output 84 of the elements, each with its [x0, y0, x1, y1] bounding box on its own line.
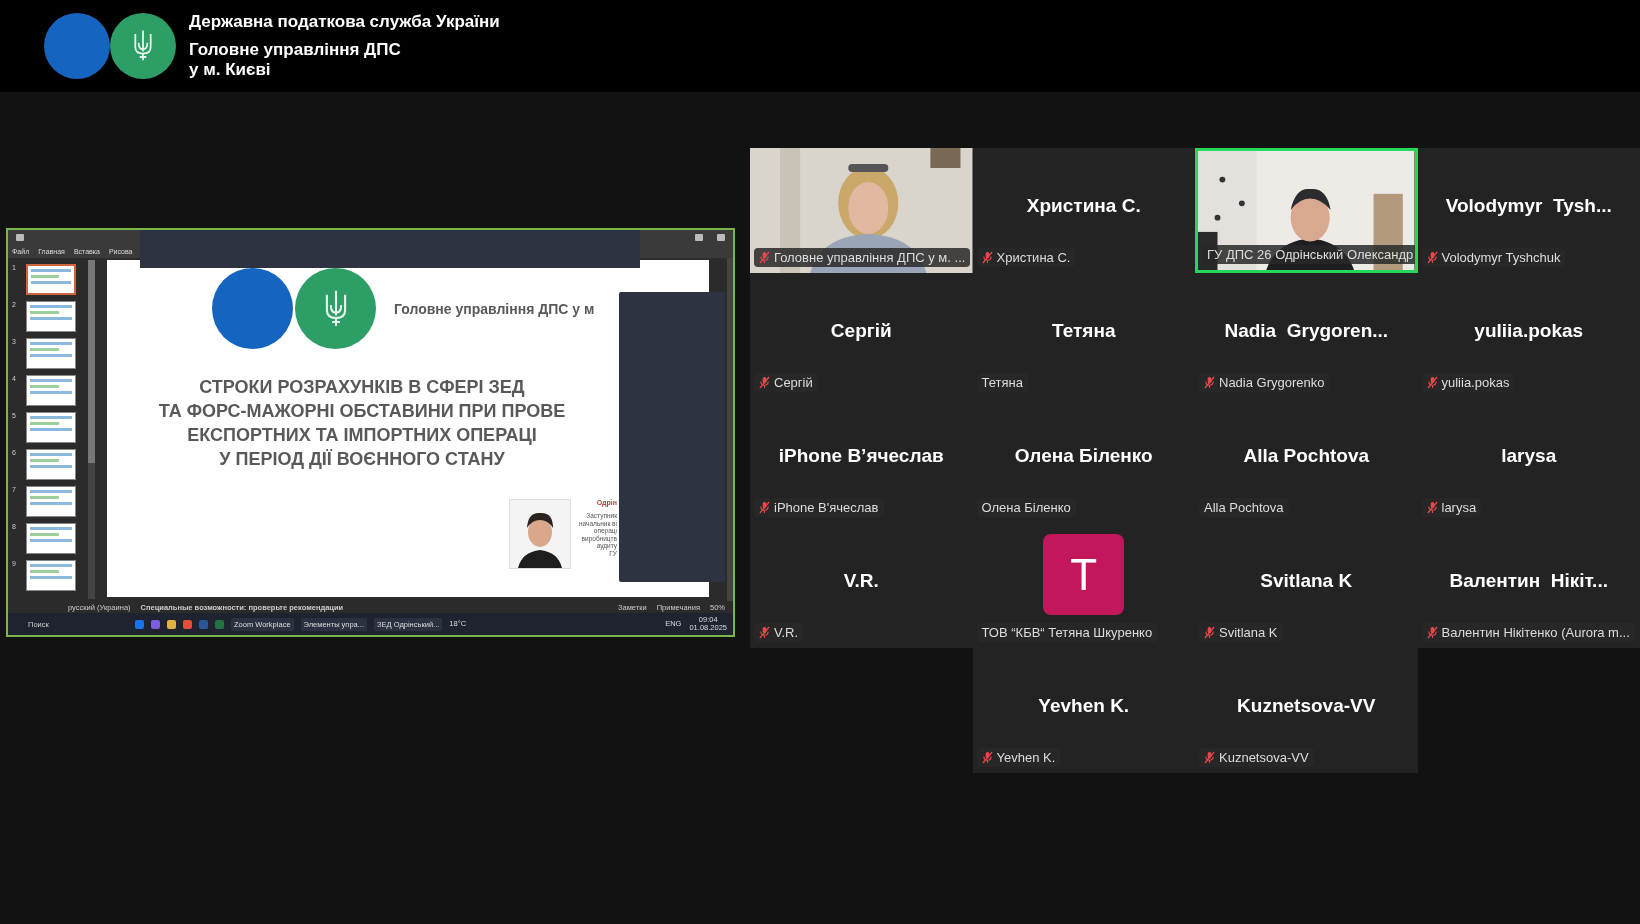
participant-tile[interactable]: iPhone В’ячеслав iPhone В'ячеслав — [750, 398, 973, 523]
participant-tile[interactable]: Олена Біленко Олена Біленко — [972, 398, 1195, 523]
muted-microphone-icon — [759, 251, 770, 264]
participant-label: V.R. — [754, 623, 804, 642]
participant-label: Христина С. — [976, 248, 1076, 267]
slide-title: СТРОКИ РОЗРАХУНКІВ В СФЕРІ ЗЕД — [199, 376, 525, 399]
participant-name: Сергій — [830, 319, 892, 342]
participant-label: Alla Pochtova — [1199, 498, 1289, 517]
participant-name: larysa — [1501, 444, 1557, 467]
slide-thumbnail[interactable] — [26, 301, 76, 332]
participant-label: larysa — [1421, 498, 1482, 517]
participant-tile[interactable]: Volodymyr Tysh... Volodymyr Tyshchuk — [1417, 148, 1640, 273]
participant-label: Volodymyr Tyshchuk — [1421, 248, 1566, 267]
organization-subtitle: у м. Києві — [189, 60, 272, 80]
participant-name: Nadia Grygoren... — [1224, 319, 1389, 342]
participant-tile[interactable]: T ТОВ “КБВ“ Тетяна Шкуренко — [972, 523, 1195, 648]
participant-name: Alla Pochtova — [1243, 444, 1370, 467]
participant-tile[interactable]: Головне управління ДПС у м. ... — [750, 148, 973, 273]
participant-label: Тетяна — [976, 373, 1028, 392]
slide-thumbnail[interactable] — [26, 523, 76, 554]
participant-tile[interactable]: Тетяна Тетяна — [972, 273, 1195, 398]
participant-tile[interactable]: Alla Pochtova Alla Pochtova — [1195, 398, 1418, 523]
participant-name: iPhone В’ячеслав — [778, 444, 944, 467]
participant-label: Svitlana K — [1199, 623, 1283, 642]
participant-label: Kuznetsova-VV — [1199, 748, 1314, 767]
participant-label: Головне управління ДПС у м. ... — [754, 248, 971, 267]
muted-microphone-icon — [1204, 751, 1215, 764]
organization-title: Державна податкова служба України — [189, 12, 500, 32]
participant-tile[interactable]: Svitlana K Svitlana K — [1195, 523, 1418, 648]
participant-tile[interactable]: Христина С. Христина С. — [972, 148, 1195, 273]
participant-tile[interactable]: Сергій Сергій — [750, 273, 973, 398]
participant-tile[interactable]: Kuznetsova-VV Kuznetsova-VV — [1195, 648, 1418, 773]
participant-name: Тетяна — [1052, 319, 1116, 342]
slide-organization: Головне управління ДПС у м — [394, 300, 595, 317]
participant-name: Volodymyr Tysh... — [1445, 194, 1612, 217]
participant-label: Nadia Grygorenko — [1199, 373, 1330, 392]
muted-microphone-icon — [1426, 376, 1438, 389]
muted-microphone-icon — [759, 626, 770, 639]
slide-title: ТА ФОРС-МАЖОРНІ ОБСТАВИНИ ПРИ ПРОВЕ — [158, 400, 566, 423]
participant-tile[interactable]: yuliia.pokas yuliia.pokas — [1417, 273, 1640, 398]
participant-label: ТОВ “КБВ“ Тетяна Шкуренко — [976, 623, 1158, 642]
slide-thumbnail[interactable] — [26, 338, 76, 369]
participant-tile[interactable]: Валентин Нікіт... Валентин Нікітенко (Aurora m... — [1417, 523, 1640, 648]
muted-microphone-icon — [1426, 626, 1438, 639]
participant-tile[interactable]: Yevhen K. Yevhen K. — [972, 648, 1195, 773]
muted-microphone-icon — [1204, 376, 1215, 389]
participant-tile[interactable]: V.R. V.R. — [750, 523, 973, 648]
participant-label: Валентин Нікітенко (Aurora m... — [1421, 623, 1635, 642]
muted-microphone-icon — [1426, 251, 1438, 264]
participant-label: Yevhen K. — [976, 748, 1061, 767]
muted-microphone-icon — [759, 501, 770, 514]
slide-thumbnail[interactable] — [26, 486, 76, 517]
muted-microphone-icon — [981, 751, 993, 764]
slide-thumbnail[interactable] — [26, 264, 76, 295]
participant-name: yuliia.pokas — [1474, 319, 1584, 342]
slide-thumbnail[interactable] — [26, 375, 76, 406]
participant-name: Валентин Нікіт... — [1449, 569, 1608, 592]
participant-name: Kuznetsova-VV — [1237, 694, 1376, 717]
slide-title: У ПЕРІОД ДІЇ ВОЄННОГО СТАНУ — [219, 448, 505, 471]
participant-name: Svitlana K — [1260, 569, 1353, 592]
participant-tile[interactable]: Nadia Grygoren... Nadia Grygorenko — [1195, 273, 1418, 398]
muted-microphone-icon — [759, 376, 770, 389]
participant-name: Христина С. — [1026, 194, 1141, 217]
organization-subtitle: Головне управління ДПС — [189, 40, 402, 60]
participant-name: Олена Біленко — [1014, 444, 1153, 467]
slide-thumbnail[interactable] — [26, 412, 76, 443]
participant-tile[interactable]: larysa larysa — [1417, 398, 1640, 523]
participant-label: Сергій — [754, 373, 818, 392]
scrollbar[interactable] — [88, 260, 95, 599]
participant-tile[interactable]: ГУ ДПС 26 Одрінський Олександр — [1195, 148, 1418, 273]
muted-microphone-icon — [1204, 626, 1215, 639]
trident-icon — [132, 29, 154, 63]
participant-name: Yevhen K. — [1038, 694, 1130, 717]
participant-label: Олена Біленко — [976, 498, 1076, 517]
avatar: T — [1043, 534, 1125, 615]
scrollbar[interactable] — [727, 258, 733, 601]
muted-microphone-icon — [1426, 501, 1438, 514]
muted-microphone-icon — [981, 251, 993, 264]
participant-label: iPhone В'ячеслав — [754, 498, 884, 517]
slide-thumbnail[interactable] — [26, 560, 76, 591]
participant-name: V.R. — [843, 569, 879, 592]
slide-thumbnail[interactable] — [26, 449, 76, 480]
slide-title: ЕКСПОРТНИХ ТА ІМПОРТНИХ ОПЕРАЦІ — [187, 424, 537, 447]
participant-label: yuliia.pokas — [1421, 373, 1515, 392]
